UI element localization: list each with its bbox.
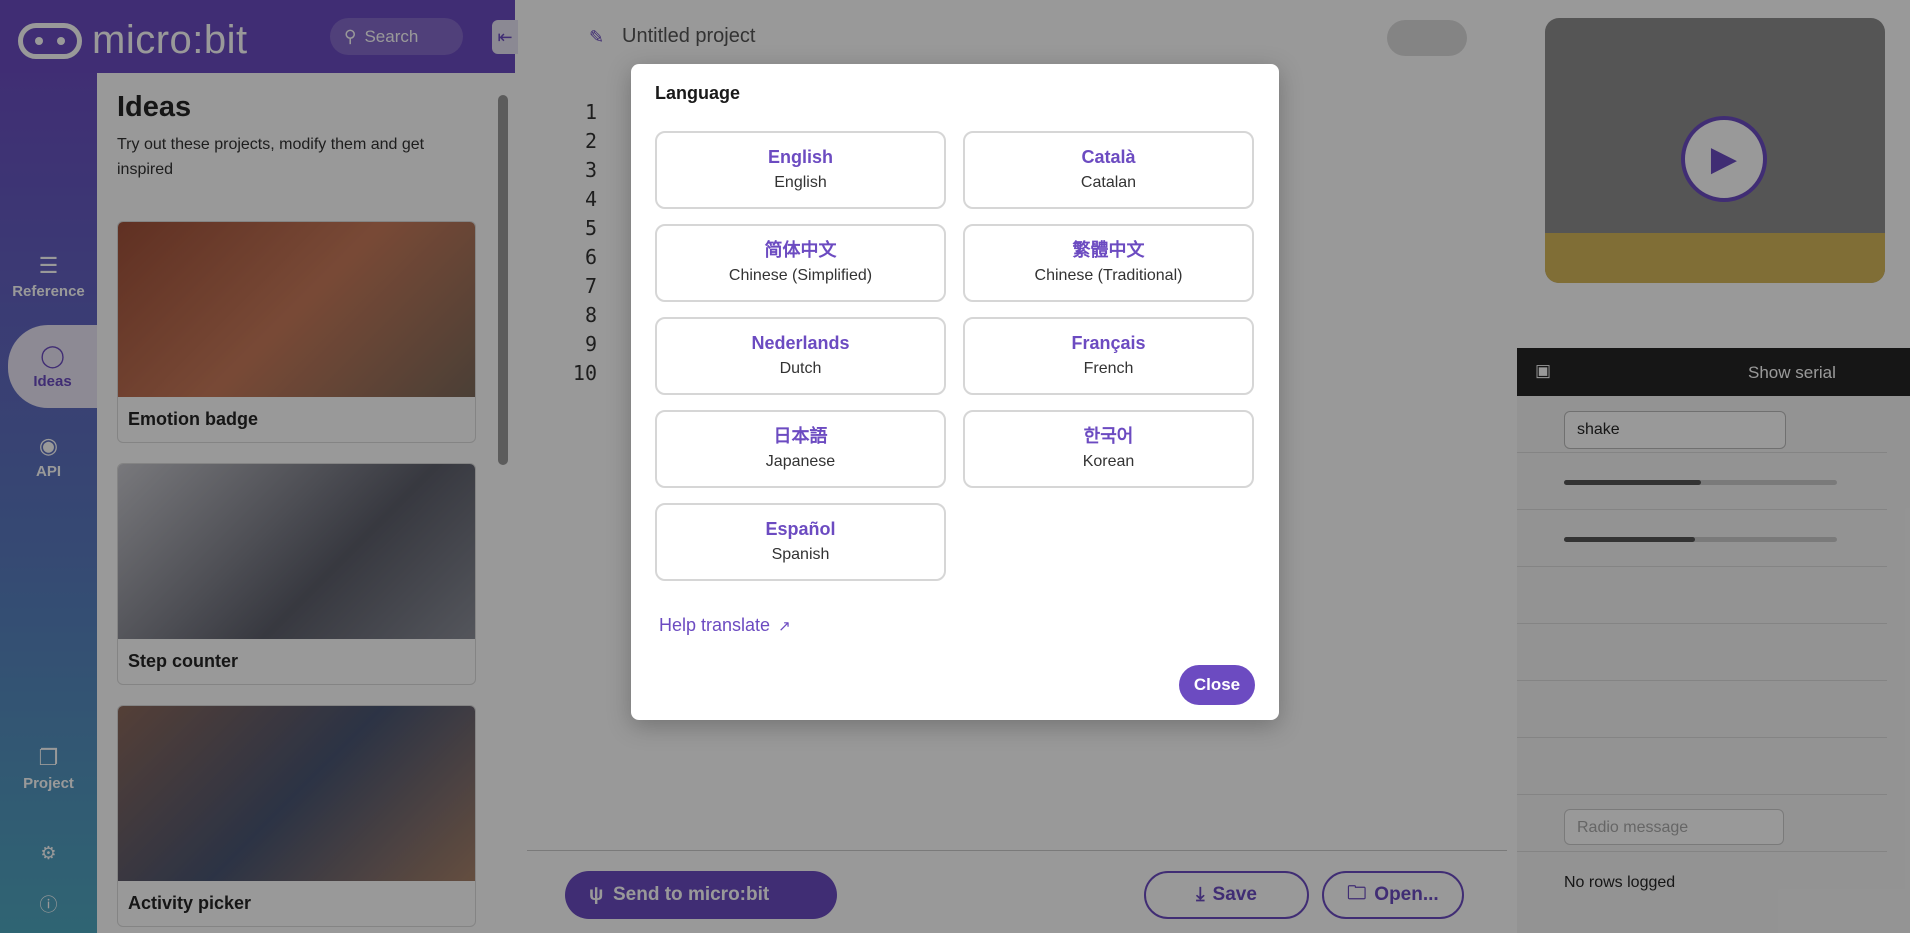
language-native-name: Català xyxy=(1081,147,1136,167)
help-translate-link[interactable]: Help translate ↗ xyxy=(659,615,791,636)
help-translate-label: Help translate xyxy=(659,615,771,635)
language-english-name: Spanish xyxy=(771,546,830,563)
language-english-name: Korean xyxy=(1082,453,1135,470)
language-option-chinese-simplified[interactable]: 简体中文 Chinese (Simplified) xyxy=(655,224,946,302)
language-option-dutch[interactable]: Nederlands Dutch xyxy=(655,317,946,395)
language-option-korean[interactable]: 한국어 Korean xyxy=(963,410,1254,488)
dialog-title: Language xyxy=(655,83,741,103)
language-english-name: English xyxy=(774,174,827,191)
language-native-name: Français xyxy=(1071,333,1146,353)
language-english-name: Chinese (Traditional) xyxy=(1034,267,1183,284)
language-option-chinese-traditional[interactable]: 繁體中文 Chinese (Traditional) xyxy=(963,224,1254,302)
language-english-name: Japanese xyxy=(765,453,836,470)
language-option-catalan[interactable]: Català Catalan xyxy=(963,131,1254,209)
language-native-name: 繁體中文 xyxy=(1072,240,1145,260)
language-english-name: Chinese (Simplified) xyxy=(728,267,873,284)
external-link-icon: ↗ xyxy=(778,617,791,635)
close-button[interactable]: Close xyxy=(1179,665,1255,705)
language-option-japanese[interactable]: 日本語 Japanese xyxy=(655,410,946,488)
language-english-name: French xyxy=(1083,360,1134,377)
language-native-name: 한국어 xyxy=(1083,426,1134,446)
language-dialog: Language English English Català Catalan … xyxy=(631,64,1279,720)
language-option-english[interactable]: English English xyxy=(655,131,946,209)
language-native-name: 简体中文 xyxy=(764,240,837,260)
language-option-french[interactable]: Français French xyxy=(963,317,1254,395)
language-english-name: Dutch xyxy=(779,360,822,377)
language-native-name: English xyxy=(767,147,833,167)
language-option-spanish[interactable]: Español Spanish xyxy=(655,503,946,581)
language-native-name: Nederlands xyxy=(751,333,850,353)
language-native-name: 日本語 xyxy=(773,426,828,446)
language-native-name: Español xyxy=(765,519,836,539)
language-english-name: Catalan xyxy=(1080,174,1137,191)
